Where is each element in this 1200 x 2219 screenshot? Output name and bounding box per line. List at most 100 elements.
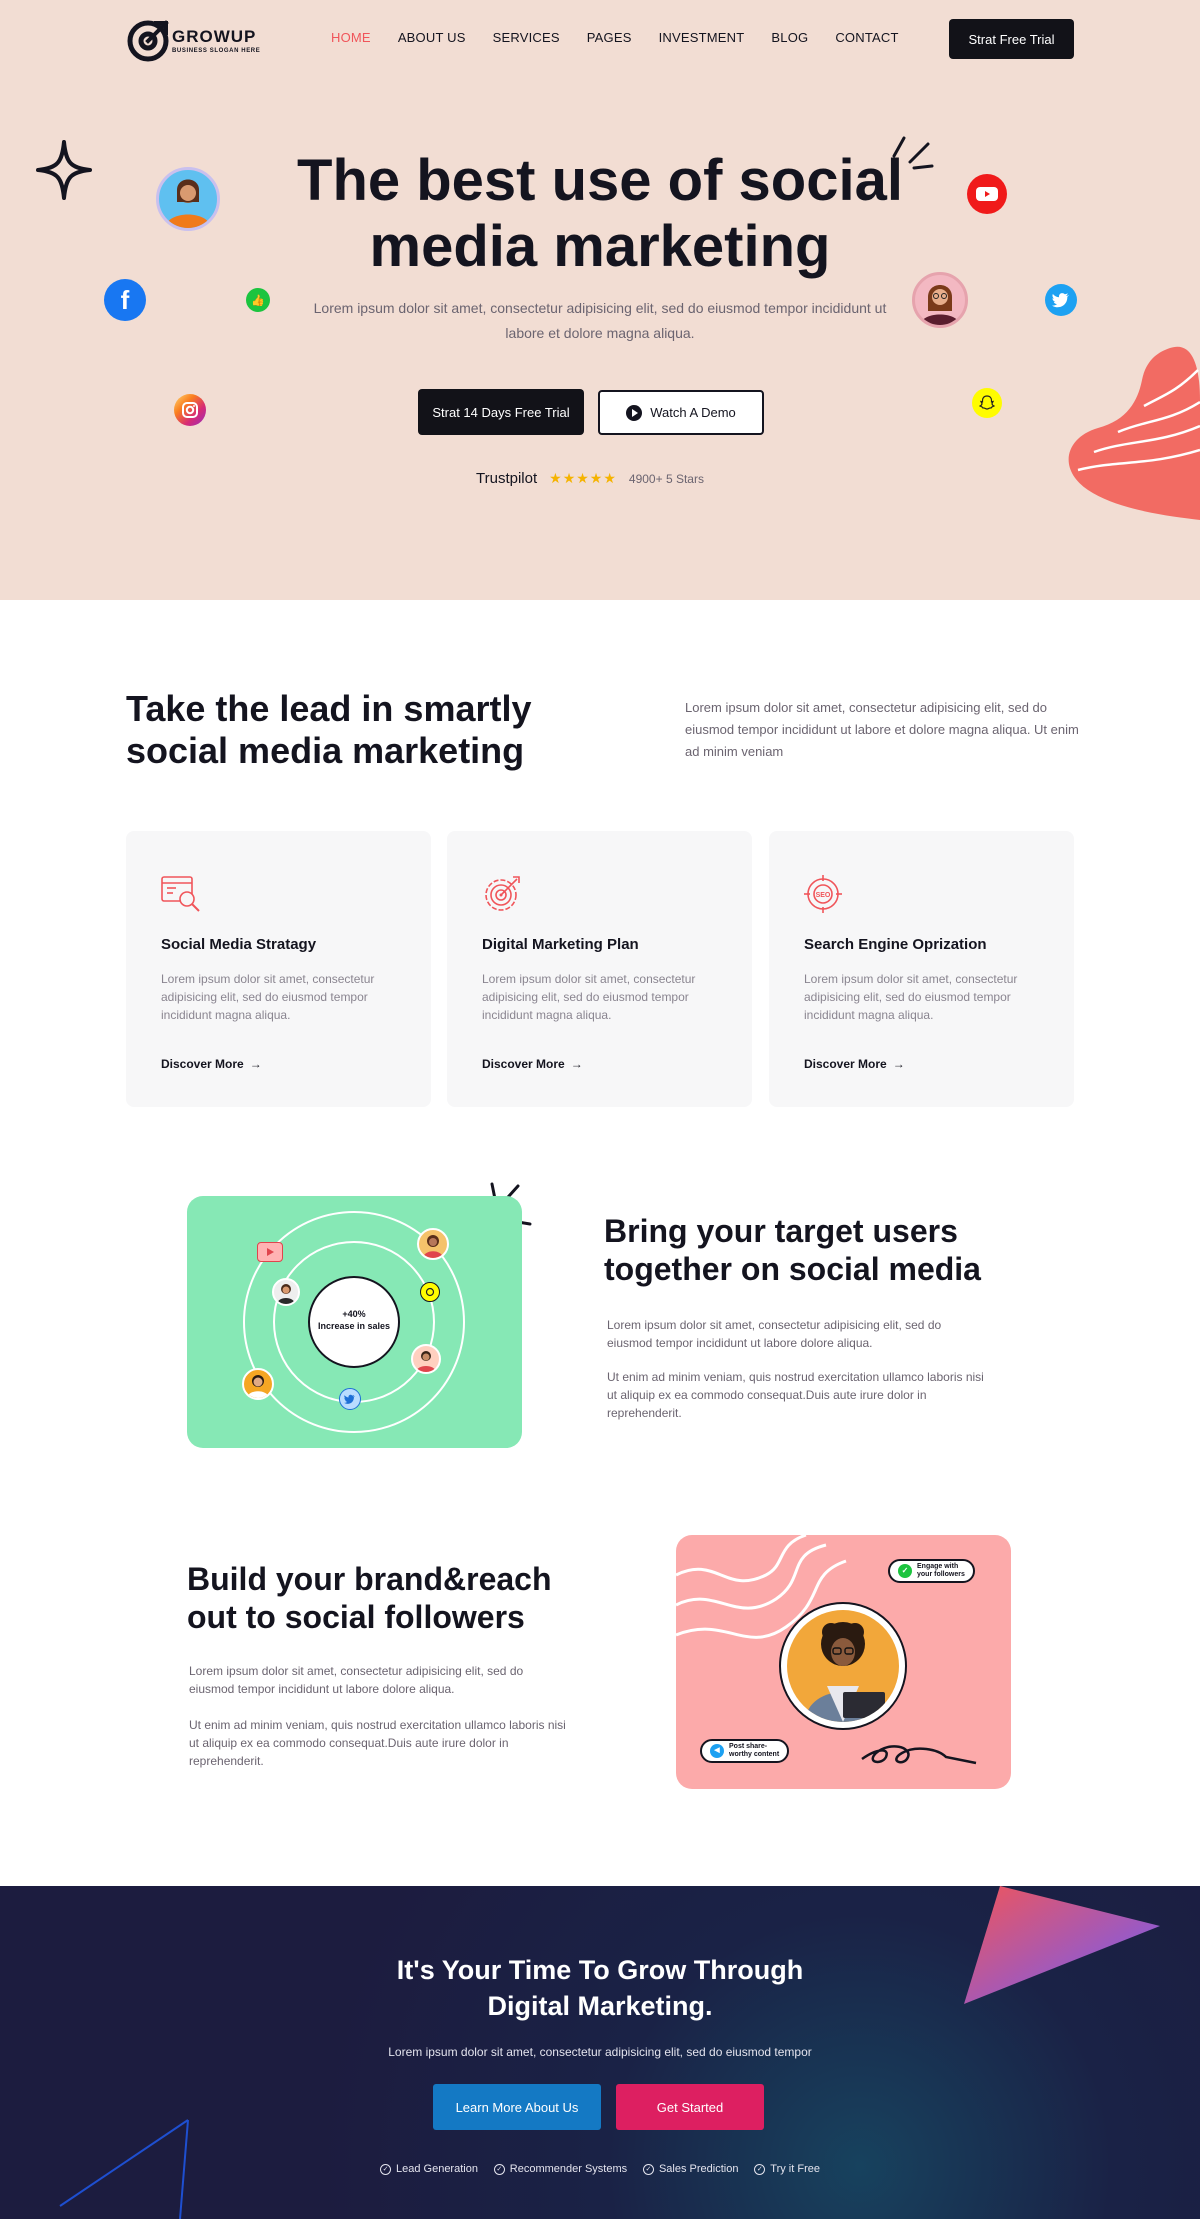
nav-investment[interactable]: INVESTMENT [659,30,745,45]
discover-more-label: Discover More [804,1057,887,1071]
target-title-line2: together on social media [604,1251,981,1287]
gradient-triangle [964,1886,1160,2004]
lead-description: Lorem ipsum dolor sit amet, consectetur … [685,700,1079,759]
engage-badge-line1: Engage with [917,1563,959,1570]
discover-more-link[interactable]: Discover More → [804,1057,905,1071]
avatar-man-laptop [787,1610,899,1722]
lead-title: Take the lead in smartly social media ma… [126,688,606,772]
twitter-icon [339,1388,361,1410]
check-circle-icon: ✓ [754,2163,766,2175]
avatar-woman [272,1278,300,1306]
orbit-stat-label: Increase in sales [317,1321,391,1331]
avatar-person-top [417,1228,449,1260]
discover-more-link[interactable]: Discover More → [161,1057,262,1071]
hero-title-line2: media marketing [369,214,831,279]
cta-title-line1: It's Your Time To Grow Through [396,1955,804,1985]
megaphone-icon: ◀ [710,1744,724,1758]
service-card-strategy: Social Media Stratagy Lorem ipsum dolor … [126,831,431,1107]
nav-about-us[interactable]: ABOUT US [398,30,466,45]
cta-title-line2: Digital Marketing. [487,1991,713,2021]
discover-more-label: Discover More [482,1057,565,1071]
brand-title: Build your brand&reach out to social fol… [187,1560,607,1636]
engage-badge-text: Engage with your followers [917,1563,965,1579]
svg-text:SEO: SEO [816,892,831,899]
orbit-stat-value: +40% [342,1309,366,1319]
chat-icon: ✓ [898,1564,912,1578]
check-circle-icon: ✓ [642,2163,654,2175]
trustpilot-label: Trustpilot [476,470,538,487]
main-nav: HOME ABOUT US SERVICES PAGES INVESTMENT … [331,30,899,45]
strategy-icon [161,876,200,912]
feature-label: Lead Generation [396,2163,478,2175]
arrow-right-icon: → [892,1057,905,1071]
service-description: Lorem ipsum dolor sit amet, consectetur … [161,972,375,1022]
engage-badge-line2: your followers [917,1571,965,1578]
brand-title-line2: out to social followers [187,1599,525,1635]
hero-title-line1: The best use of social [297,148,903,213]
orbit-illustration: +40% Increase in sales [187,1196,522,1448]
engage-followers-badge: ✓ Engage with your followers [888,1559,975,1583]
target-paragraph-2: Ut enim ad minim veniam, quis nostrud ex… [607,1370,984,1420]
brand-name: GROWUP [172,27,257,46]
avatar-man-red [411,1344,441,1374]
free-trial-button[interactable]: Strat Free Trial [949,19,1074,59]
nav-home[interactable]: HOME [331,30,371,45]
discover-more-label: Discover More [161,1057,244,1071]
cta-features: ✓ Lead Generation ✓ Recommender Systems ✓ S… [380,2163,820,2175]
avatar-woman-glasses [912,272,968,328]
youtube-icon [257,1242,283,1262]
brand-paragraph-1: Lorem ipsum dolor sit amet, consectetur … [189,1664,524,1696]
service-title: Search Engine Oprization [804,936,987,953]
nav-pages[interactable]: PAGES [587,30,632,45]
lead-title-line1: Take the lead in smartly [126,688,532,729]
feature-label: Try it Free [770,2163,820,2175]
logo-icon [127,20,169,62]
hero-description: Lorem ipsum dolor sit amet, consectetur … [313,300,887,341]
profile-photo-frame [779,1602,907,1730]
get-started-button[interactable]: Get Started [616,2084,764,2130]
nav-blog[interactable]: BLOG [771,30,808,45]
seo-icon: SEO [804,875,842,913]
post-content-badge: ◀ Post share-worthy content [700,1739,790,1763]
brand-slogan: BUSINESS SLOGAN HERE [172,48,261,54]
hero-section: f 👍 GROWUP BUSINESS SLOGAN HERE HOME ABO… [0,0,1200,600]
feature-label: Sales Prediction [658,2163,739,2175]
lead-title-line2: social media marketing [126,730,525,771]
snapchat-icon[interactable] [972,388,1002,418]
check-circle-icon: ✓ [493,2163,505,2175]
rating-stars: ★★★★★ [549,470,617,486]
feature-item: ✓ Sales Prediction [642,2163,739,2175]
logo[interactable]: GROWUP BUSINESS SLOGAN HERE [126,18,276,64]
discover-more-link[interactable]: Discover More → [482,1057,583,1071]
nav-contact[interactable]: CONTACT [835,30,898,45]
watch-demo-button[interactable]: Watch A Demo [598,390,764,435]
nav-services[interactable]: SERVICES [493,30,560,45]
brand-title-line1: Build your brand&reach [187,1561,552,1597]
service-card-seo: SEO Search Engine Oprization Lorem ipsum… [769,831,1074,1107]
service-title: Digital Marketing Plan [482,936,639,953]
service-title: Social Media Stratagy [161,936,317,953]
facebook-icon[interactable]: f [104,279,146,321]
feature-item: ✓ Lead Generation [380,2163,478,2175]
watch-demo-label: Watch A Demo [650,405,736,420]
orbit-stat: +40% Increase in sales [309,1308,399,1332]
service-card-marketing-plan: Digital Marketing Plan Lorem ipsum dolor… [447,831,752,1107]
outline-triangle [59,2119,189,2219]
brand-illustration: ✓ Engage with your followers ◀ Post share… [676,1535,1011,1789]
target-title: Bring your target users together on soci… [604,1212,1024,1288]
cta-title: It's Your Time To Grow Through Digital M… [300,1952,900,2024]
rating-text: 4900+ 5 Stars [628,471,704,486]
feature-item: ✓ Try it Free [754,2163,820,2175]
feature-item: ✓ Recommender Systems [493,2163,628,2175]
post-badge-text: Post share-worthy content [729,1743,779,1759]
trust-rating: Trustpilot ★★★★★ 4900+ 5 Stars [476,470,704,487]
arrow-right-icon: → [570,1057,583,1071]
twitter-icon[interactable] [1045,284,1077,316]
feature-label: Recommender Systems [509,2163,628,2175]
avatar-man-smiling [242,1368,274,1400]
like-icon[interactable]: 👍 [246,288,270,312]
instagram-icon[interactable] [174,394,206,426]
start-trial-button[interactable]: Strat 14 Days Free Trial [418,389,584,435]
cta-description: Lorem ipsum dolor sit amet, consectetur … [388,2045,812,2059]
learn-more-button[interactable]: Learn More About Us [433,2084,601,2130]
